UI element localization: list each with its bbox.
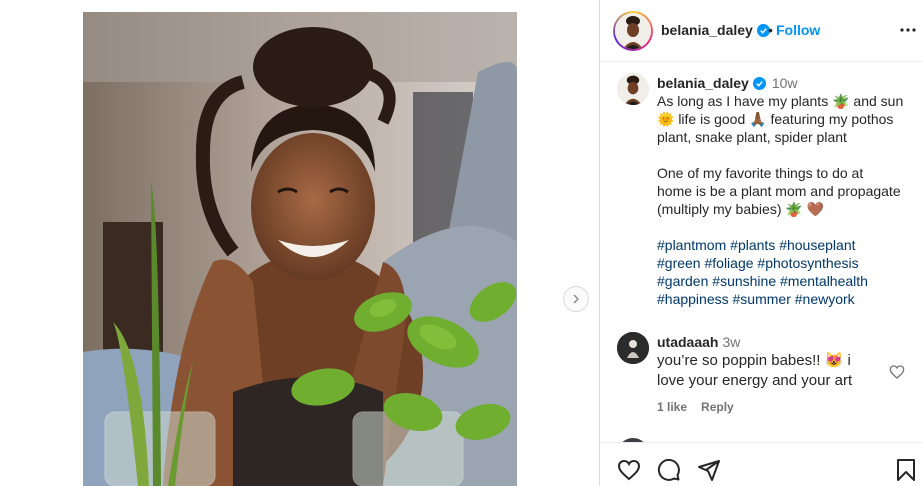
post-photo-illustration	[83, 12, 517, 486]
author-username-text: belania_daley	[661, 22, 753, 38]
hashtag-link[interactable]: #houseplant	[779, 237, 855, 253]
caption-author-avatar[interactable]	[617, 73, 649, 105]
comment-like-heart-icon[interactable]	[889, 364, 905, 380]
author-avatar[interactable]	[613, 11, 653, 51]
caption-header: belania_daley 10w	[657, 74, 798, 92]
more-options-icon[interactable]	[898, 20, 918, 40]
avatar-image	[617, 332, 649, 364]
caption-username[interactable]: belania_daley	[657, 75, 749, 91]
comment-actions: 1 like Reply	[657, 400, 748, 414]
comment-text-line: you’re so poppin babes!! 😻 i	[657, 352, 851, 369]
hashtag-line: #happiness #summer #newyork	[657, 290, 855, 308]
post-details-panel: belania_daley • Follow belania_daley 10w …	[599, 0, 923, 486]
avatar-image	[617, 73, 649, 105]
comment-likes-count[interactable]: 1 like	[657, 400, 687, 414]
post-header: belania_daley • Follow	[600, 0, 923, 62]
commenter-username[interactable]: utadaaah	[657, 334, 718, 350]
hashtag-link[interactable]: #foliage	[704, 255, 753, 271]
hashtag-link[interactable]: #photosynthesis	[757, 255, 858, 271]
follow-button[interactable]: Follow	[776, 22, 820, 38]
send-icon[interactable]	[697, 458, 721, 482]
verified-badge-icon	[752, 77, 766, 90]
caption-timestamp: 10w	[771, 75, 798, 91]
heart-icon[interactable]	[617, 458, 641, 482]
hashtag-link[interactable]: #mentalhealth	[780, 273, 868, 289]
carousel-next-button[interactable]	[563, 286, 589, 312]
hashtag-link[interactable]: #green	[657, 255, 701, 271]
hashtag-line: #garden #sunshine #mentalhealth	[657, 272, 868, 290]
chevron-right-icon	[573, 294, 580, 304]
author-username[interactable]: belania_daley	[661, 22, 770, 38]
post-actions-bar	[600, 442, 923, 486]
hashtag-link[interactable]: #newyork	[795, 291, 855, 307]
hashtag-line: #plantmom #plants #houseplant	[657, 236, 856, 254]
post-photo[interactable]	[83, 12, 517, 486]
header-separator: •	[768, 22, 773, 38]
hashtag-link[interactable]: #sunshine	[712, 273, 776, 289]
hashtag-link[interactable]: #garden	[657, 273, 708, 289]
hashtag-link[interactable]: #plantmom	[657, 237, 726, 253]
comment-icon[interactable]	[657, 458, 681, 482]
hashtag-link[interactable]: #happiness	[657, 291, 729, 307]
hashtag-link[interactable]: #plants	[730, 237, 775, 253]
caption-line: home is be a plant mom and propagate	[657, 183, 901, 199]
caption-line: 🌞 life is good 🙏🏾 featuring my pothos	[657, 111, 894, 127]
hashtag-line: #green #foliage #photosynthesis	[657, 254, 859, 272]
caption-line: One of my favorite things to do at	[657, 165, 864, 181]
comment-reply-button[interactable]: Reply	[701, 400, 734, 414]
caption-line: (multiply my babies) 🪴 🤎	[657, 201, 825, 217]
comment-text-line: love your energy and your art	[657, 372, 853, 389]
avatar-image	[615, 13, 651, 49]
caption-line: As long as I have my plants 🪴 and sun	[657, 93, 904, 109]
commenter-avatar[interactable]	[617, 332, 649, 364]
comment-timestamp: 3w	[722, 334, 741, 350]
bookmark-icon[interactable]	[895, 458, 917, 482]
comment-header: utadaaah 3w	[657, 333, 740, 351]
hashtag-link[interactable]: #summer	[733, 291, 791, 307]
caption-line: plant, snake plant, spider plant	[657, 129, 847, 145]
